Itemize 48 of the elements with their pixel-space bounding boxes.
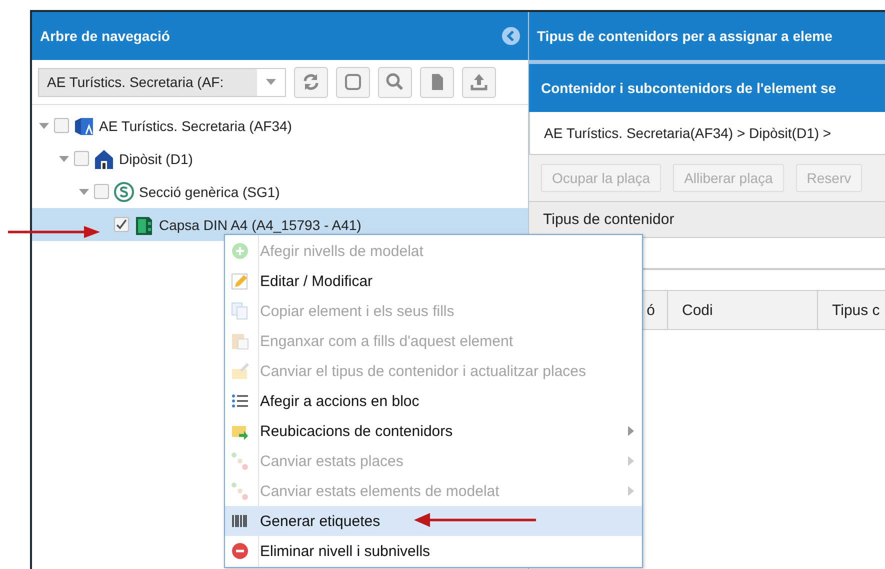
menu-item[interactable]: Reubicacions de contenidors [225,416,642,446]
column-header: Codi [668,291,818,329]
search-button[interactable] [378,66,412,98]
menu-item[interactable]: Generar etiquetes [225,506,642,536]
list-icon [231,392,249,410]
dots-icon [231,482,249,500]
panel-title: Contenidor i subcontenidors de l'element se [529,64,885,112]
document-button[interactable] [420,66,454,98]
add-icon [231,242,249,260]
dropdown-arrow-icon[interactable] [266,79,276,85]
node-label: AE Turístics. Secretaria (AF34) [99,118,292,134]
node-label: Dipòsit (D1) [119,150,193,166]
panel-title: Arbre de navegació [40,28,170,44]
tree-item[interactable]: Secció genèrica (SG1) [32,175,528,208]
panel-title: Tipus de contenidors per a assignar a eleme [529,12,885,60]
pencil-icon [231,272,249,290]
upload-button[interactable] [462,66,496,98]
dots-icon [231,452,249,470]
menu-item[interactable]: Eliminar nivell i subnivells [225,536,642,566]
delete-icon [231,542,249,560]
node-label: Secció genèrica (SG1) [139,184,280,200]
tree-item[interactable]: Dipòsit (D1) [32,142,528,175]
submenu-arrow-icon [628,456,634,466]
submenu-arrow-icon [628,486,634,496]
barcode-icon [231,512,249,530]
refresh-icon [301,72,321,92]
node-label: Capsa DIN A4 (A4_15793 - A41) [159,216,362,232]
upload-icon [469,72,489,92]
square-button[interactable] [336,66,370,98]
section-header: Tipus de contenidor [529,202,885,238]
copy-icon [231,302,249,320]
column-header: Tipus c [818,291,885,329]
tree-root-dropdown[interactable]: AE Turístics. Secretaria (AF: [38,68,286,96]
clipboard-icon [231,332,249,350]
checkbox[interactable] [114,217,129,232]
checkbox[interactable] [74,151,89,166]
collapse-icon[interactable] [502,27,520,45]
submenu-arrow-icon [628,426,634,436]
section-icon [113,180,135,202]
menu-item[interactable]: Afegir a accions en bloc [225,386,642,416]
search-icon [385,72,405,92]
refresh-button[interactable] [294,66,328,98]
tree-item[interactable]: AE Turístics. Secretaria (AF34) [32,109,528,142]
building-icon [93,148,115,170]
checkbox[interactable] [94,184,109,199]
folder-edit-icon [231,362,249,380]
square-icon [343,72,363,92]
checkbox[interactable] [54,118,69,133]
